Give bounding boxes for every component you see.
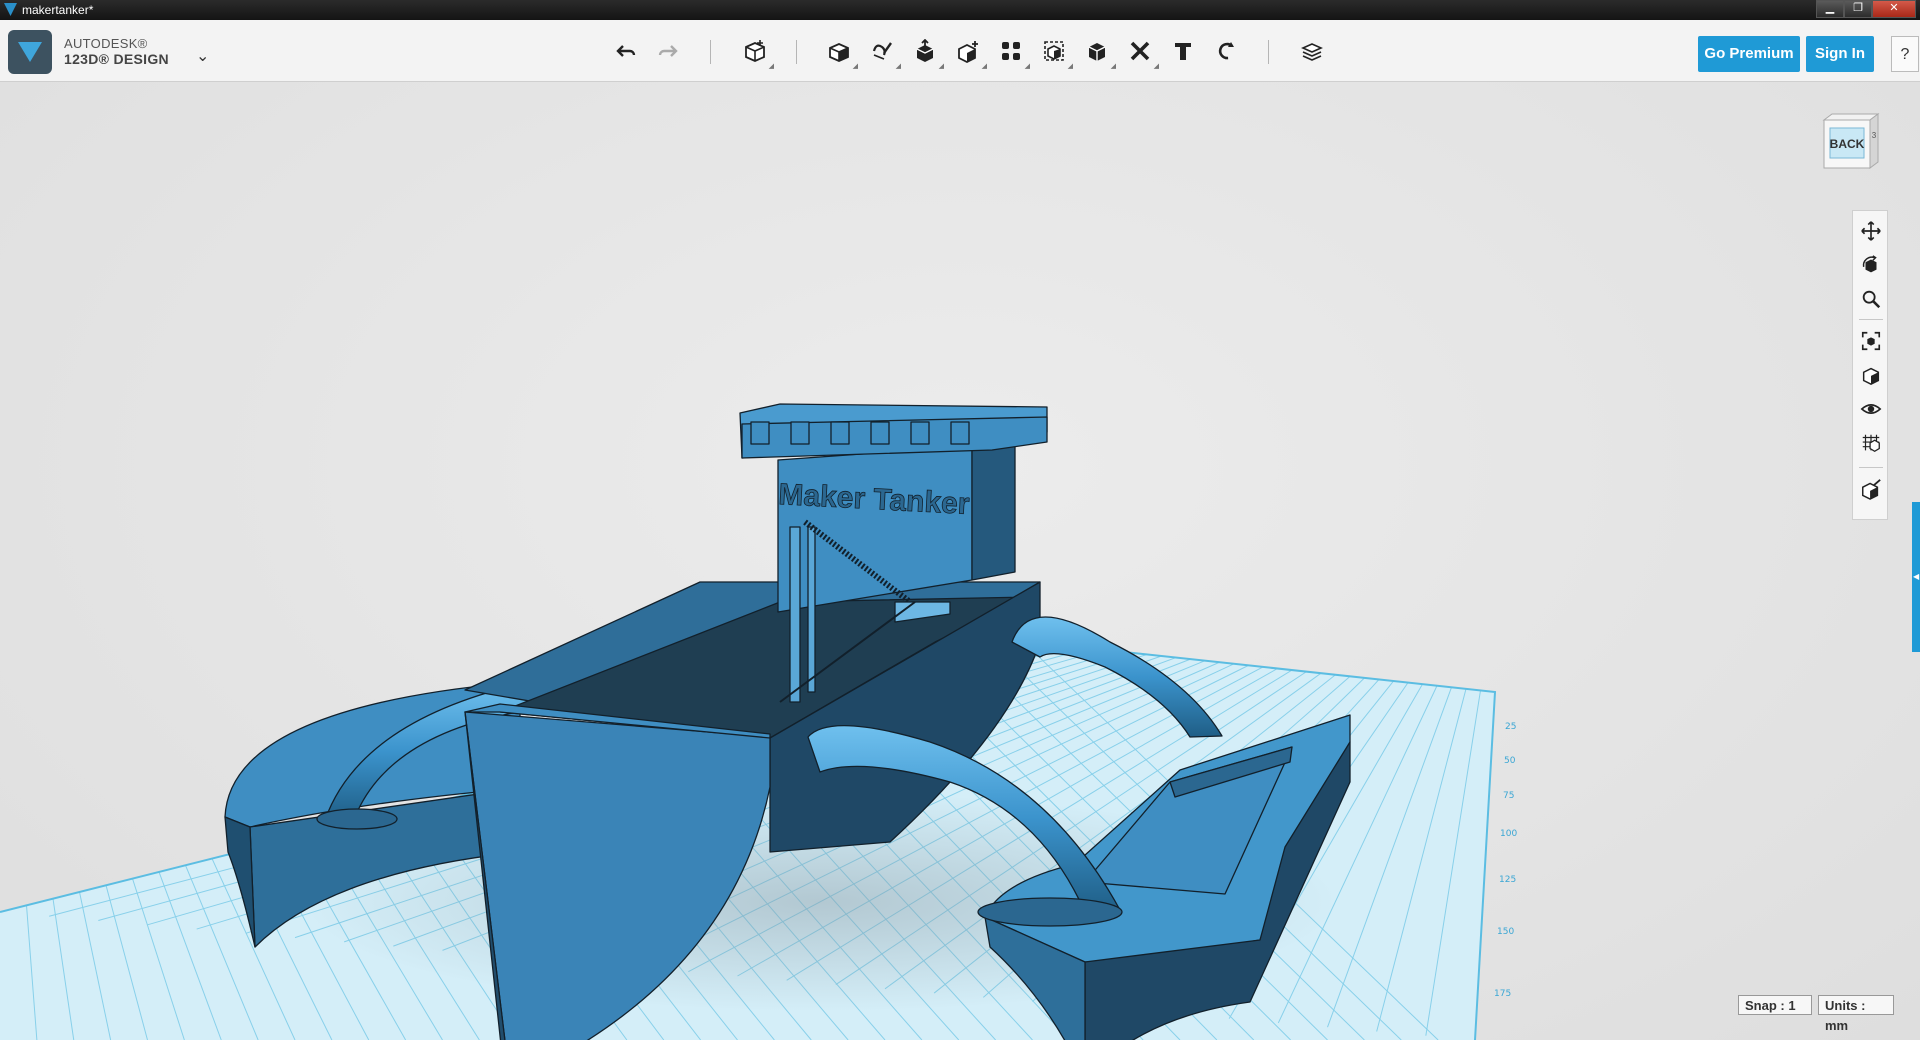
- material-display-icon[interactable]: [1859, 477, 1883, 501]
- window-title: makertanker*: [22, 3, 94, 17]
- chevron-left-icon: ◀: [1913, 572, 1920, 581]
- sketch-icon[interactable]: ◢: [824, 36, 858, 70]
- restore-button[interactable]: ❐: [1844, 0, 1872, 18]
- undo-icon[interactable]: [611, 36, 641, 66]
- title-bar: makertanker* ▁ ❐ ✕: [0, 0, 1920, 20]
- nav-separator: [1859, 467, 1883, 468]
- text-icon[interactable]: [1168, 36, 1198, 66]
- toolbar-separator: [710, 40, 711, 64]
- viewcube-side-label: 3: [1872, 131, 1877, 140]
- material-icon[interactable]: [1297, 36, 1327, 66]
- fit-icon[interactable]: [1859, 329, 1883, 353]
- orbit-icon[interactable]: [1859, 253, 1883, 277]
- zoom-icon[interactable]: [1859, 287, 1883, 311]
- primitives-icon[interactable]: ◢: [740, 36, 774, 70]
- measure-icon[interactable]: ◢: [1082, 36, 1116, 70]
- side-panel-toggle[interactable]: ◀: [1912, 502, 1920, 652]
- ruler-label: 50: [1504, 756, 1516, 766]
- ruler-label: 25: [1505, 722, 1516, 732]
- toolbar-separator: [1268, 40, 1269, 64]
- viewcube-face-label[interactable]: BACK: [1830, 137, 1865, 151]
- ruler-label: 125: [1499, 875, 1516, 885]
- redo-icon[interactable]: [653, 36, 683, 66]
- pattern-icon[interactable]: ◢: [953, 36, 987, 70]
- ruler-label: 150: [1497, 927, 1514, 937]
- navigation-bar: [1852, 210, 1888, 520]
- pan-icon[interactable]: [1859, 219, 1883, 243]
- window-controls: ▁ ❐ ✕: [1816, 0, 1916, 18]
- views-icon[interactable]: [1859, 363, 1883, 387]
- ruler-label: 100: [1500, 829, 1517, 839]
- ruler-label: 175: [1494, 989, 1511, 999]
- minimize-button[interactable]: ▁: [1816, 0, 1844, 18]
- combine-icon[interactable]: ◢: [1039, 36, 1073, 70]
- snap-icon[interactable]: [1211, 36, 1241, 66]
- close-button[interactable]: ✕: [1872, 0, 1916, 18]
- 3d-viewport[interactable]: 25 50 75 100 125 150 175 Maker Tanker BA…: [0, 82, 1920, 1040]
- app-icon: [4, 3, 17, 16]
- scene-canvas[interactable]: 25 50 75 100 125 150 175 Maker Tanker: [0, 82, 1920, 1040]
- toolbar-separator: [796, 40, 797, 64]
- grid-display-icon[interactable]: [1859, 431, 1883, 455]
- view-cube[interactable]: BACK 3: [1820, 110, 1882, 174]
- grouping-icon[interactable]: ◢: [996, 36, 1030, 70]
- modify-icon[interactable]: ◢: [910, 36, 944, 70]
- visibility-icon[interactable]: [1859, 397, 1883, 421]
- sign-in-button[interactable]: Sign In: [1806, 36, 1874, 72]
- brand-company: AUTODESK®: [64, 36, 148, 51]
- brand-product: 123D® DESIGN: [64, 51, 169, 67]
- nav-separator: [1859, 319, 1883, 320]
- go-premium-button[interactable]: Go Premium: [1698, 36, 1800, 72]
- app-logo[interactable]: [8, 30, 52, 74]
- units-status[interactable]: Units : mm: [1818, 995, 1894, 1033]
- snap-status[interactable]: Snap : 1: [1738, 995, 1812, 1015]
- app-menu-dropdown[interactable]: ⌄: [196, 46, 209, 66]
- text-tool-icon[interactable]: ◢: [1125, 36, 1159, 70]
- help-button[interactable]: ?: [1891, 36, 1919, 72]
- main-toolbar: AUTODESK® 123D® DESIGN ⌄ ◢ ◢ ◢ ◢ ◢ ◢ ◢ ◢: [0, 20, 1920, 82]
- construct-icon[interactable]: ◢: [867, 36, 901, 70]
- ruler-label: 75: [1503, 791, 1514, 801]
